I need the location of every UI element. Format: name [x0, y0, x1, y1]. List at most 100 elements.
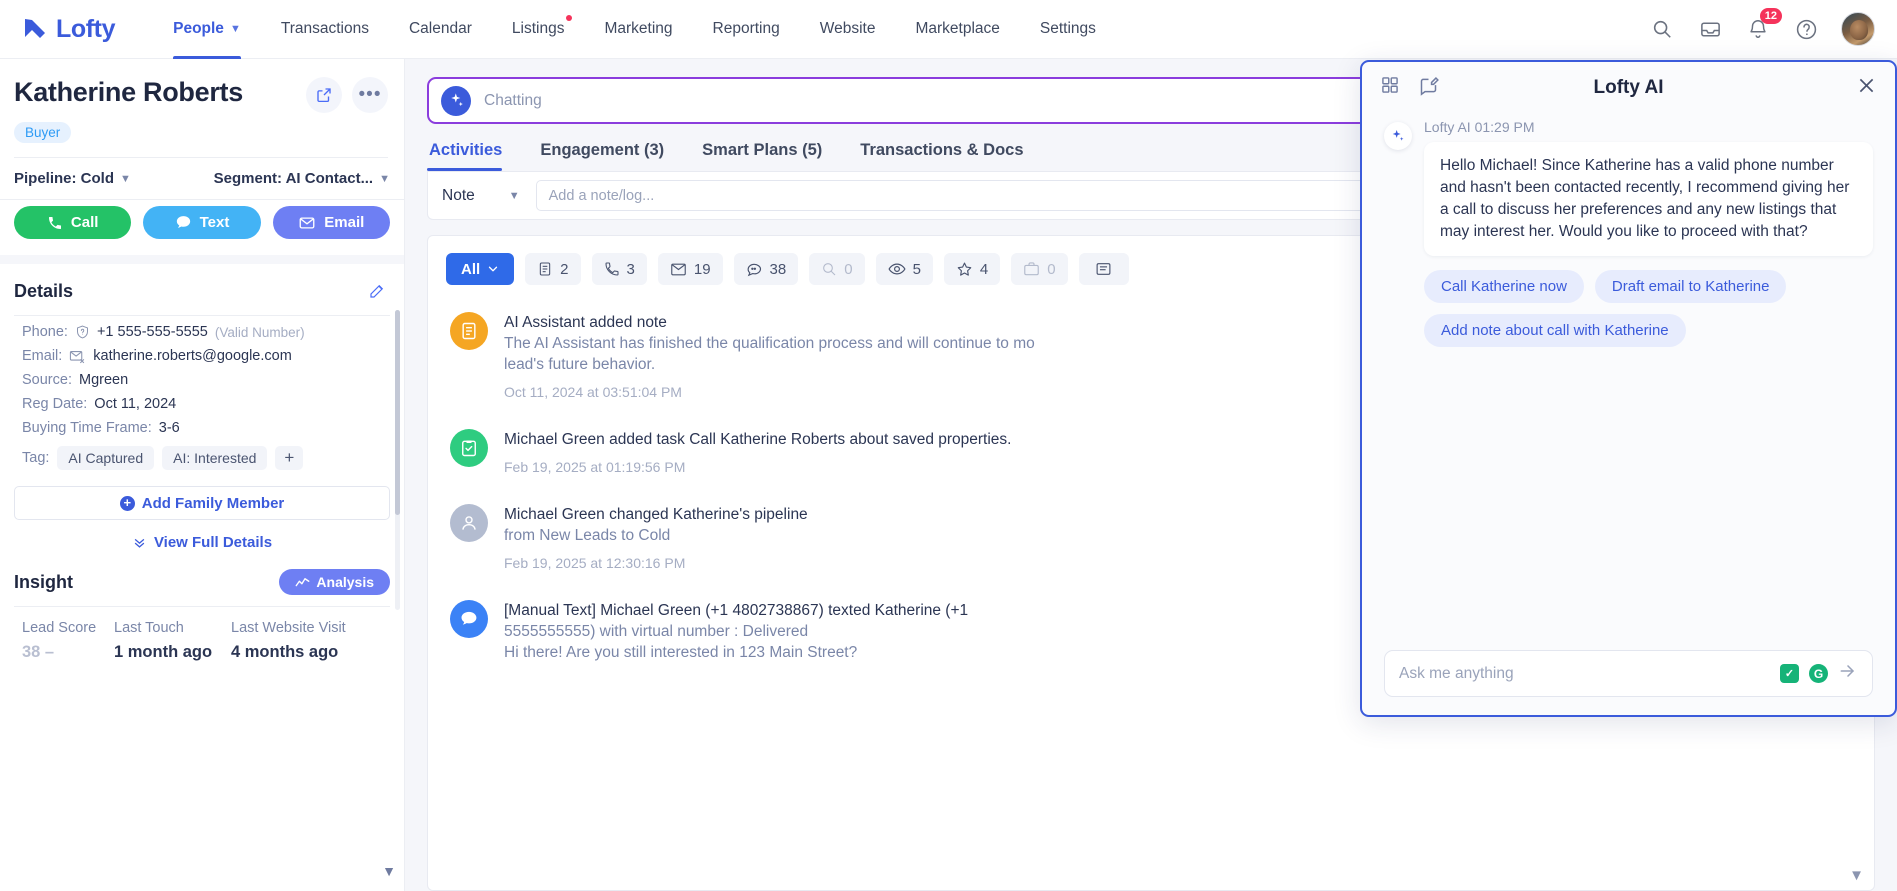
- filter-chip-4[interactable]: 4: [944, 253, 1000, 285]
- nav-item-reporting[interactable]: Reporting: [693, 0, 800, 59]
- detail-value: katherine.roberts@google.com: [93, 348, 292, 364]
- ai-panel-header: Lofty AI: [1362, 62, 1895, 114]
- text-button[interactable]: Text: [143, 206, 260, 239]
- nav-item-people[interactable]: People ▼: [153, 0, 261, 59]
- view-full-details-label: View Full Details: [154, 534, 272, 551]
- note-icon: [537, 261, 553, 277]
- activity-timestamp: Feb 19, 2025 at 12:30:16 PM: [504, 553, 808, 574]
- view-full-details-link[interactable]: View Full Details: [14, 534, 390, 551]
- eye-icon: [888, 262, 906, 276]
- top-nav-right-actions: 12: [1649, 12, 1875, 46]
- lofty-logo-icon: [22, 16, 48, 42]
- nav-item-marketplace[interactable]: Marketplace: [895, 0, 1019, 59]
- insight-metric-label: Last Touch: [114, 620, 231, 636]
- grid-icon[interactable]: [1380, 75, 1400, 101]
- brand-name: Lofty: [56, 15, 115, 44]
- grammar-check-icon[interactable]: ✓: [1780, 664, 1799, 683]
- nav-item-marketing[interactable]: Marketing: [584, 0, 692, 59]
- plus-icon: +: [120, 496, 135, 511]
- filter-chip-0[interactable]: 0: [1011, 253, 1067, 285]
- filter-chip-5[interactable]: 5: [876, 253, 933, 285]
- insight-metric: Last Touch1 month ago: [114, 620, 231, 662]
- edit-details-icon[interactable]: [364, 278, 390, 304]
- grammarly-icon[interactable]: G: [1809, 664, 1828, 683]
- segment-selector[interactable]: Segment: AI Contact... ▼: [214, 170, 390, 187]
- filter-chip-3[interactable]: 3: [592, 253, 647, 285]
- nav-item-settings[interactable]: Settings: [1020, 0, 1116, 59]
- star-icon: [956, 261, 973, 278]
- feed-scroll-down-icon[interactable]: ▼: [1849, 867, 1864, 884]
- tag-chip[interactable]: AI Captured: [57, 446, 154, 470]
- envelope-icon: [670, 262, 687, 277]
- activity-timestamp: Feb 19, 2025 at 01:19:56 PM: [504, 457, 1011, 478]
- ai-suggestion-chip[interactable]: Add note about call with Katherine: [1424, 314, 1686, 347]
- share-icon[interactable]: [306, 77, 342, 113]
- ai-suggestion-chip[interactable]: Call Katherine now: [1424, 270, 1584, 303]
- filter-chip-count: 4: [980, 261, 988, 278]
- detail-key: Source:: [22, 372, 72, 388]
- ai-suggestion-chip[interactable]: Draft email to Katherine: [1595, 270, 1787, 303]
- activity-subtitle-2: lead's future behavior.: [504, 354, 1035, 375]
- add-tag-button[interactable]: +: [275, 446, 303, 470]
- filter-chip-list[interactable]: [1079, 253, 1129, 285]
- note-type-select[interactable]: Note ▼: [442, 187, 526, 205]
- ai-suggestion-chips: Call Katherine now Draft email to Katheri…: [1424, 270, 1873, 347]
- left-panel-scrollbar-thumb[interactable]: [395, 310, 400, 515]
- detail-row: Phone:+1 555-555-5555(Valid Number): [14, 316, 390, 340]
- nav-item-website[interactable]: Website: [800, 0, 896, 59]
- detail-key: Email:: [22, 348, 62, 364]
- send-icon[interactable]: [1838, 661, 1858, 686]
- insight-metric: Last Website Visit4 months ago: [231, 620, 346, 662]
- tab-engagement-3[interactable]: Engagement (3): [521, 141, 683, 171]
- filter-chip-38[interactable]: 38: [734, 253, 799, 285]
- analysis-button[interactable]: Analysis: [279, 569, 390, 595]
- pipeline-selector[interactable]: Pipeline: Cold ▼: [14, 170, 131, 187]
- detail-value: +1 555-555-5555: [97, 324, 208, 340]
- scroll-down-arrow-icon[interactable]: ▼: [382, 863, 396, 879]
- user-avatar[interactable]: [1841, 12, 1875, 46]
- more-options-icon[interactable]: •••: [352, 77, 388, 113]
- nav-item-transactions[interactable]: Transactions: [261, 0, 389, 59]
- contact-type-badge: Buyer: [14, 122, 71, 143]
- tab-activities[interactable]: Activities: [427, 141, 521, 171]
- chevron-down-icon: ▼: [230, 23, 241, 35]
- detail-row: Source:Mgreen: [14, 364, 390, 388]
- analysis-button-label: Analysis: [316, 574, 374, 590]
- nav-item-label: People: [173, 20, 224, 38]
- filter-chip-2[interactable]: 2: [525, 253, 580, 285]
- pipeline-label: Pipeline: Cold: [14, 170, 114, 187]
- phone-icon: [47, 215, 63, 231]
- tag-chip[interactable]: AI: Interested: [162, 446, 267, 470]
- email-invalid-icon: [69, 349, 86, 364]
- top-navigation-bar: Lofty People ▼ TransactionsCalendarListing…: [0, 0, 1897, 59]
- filter-chip-All[interactable]: All: [446, 253, 514, 285]
- activity-subtitle: 5555555555) with virtual number : Delive…: [504, 621, 968, 642]
- ai-input-placeholder: Ask me anything: [1399, 665, 1770, 683]
- nav-item-listings[interactable]: Listings: [492, 0, 585, 59]
- chevron-down-icon: ▼: [509, 190, 520, 202]
- trend-line-icon: [295, 576, 310, 589]
- ai-conversation-body: Lofty AI 01:29 PM Hello Michael! Since K…: [1362, 114, 1895, 650]
- new-indicator-dot: [566, 15, 572, 21]
- tab-transactions-docs[interactable]: Transactions & Docs: [841, 141, 1042, 171]
- ai-input-bar[interactable]: Ask me anything ✓ G: [1384, 650, 1873, 697]
- add-family-member-button[interactable]: + Add Family Member: [14, 486, 390, 520]
- close-icon[interactable]: [1856, 75, 1877, 102]
- brand-logo[interactable]: Lofty: [22, 15, 115, 44]
- filter-chip-19[interactable]: 19: [658, 253, 723, 285]
- insight-metric-label: Last Website Visit: [231, 620, 346, 636]
- segment-label: Segment: AI Contact...: [214, 170, 373, 187]
- email-button[interactable]: Email: [273, 206, 390, 239]
- tab-smart-plans-5[interactable]: Smart Plans (5): [683, 141, 841, 171]
- bell-icon[interactable]: 12: [1745, 16, 1771, 42]
- filter-chip-0[interactable]: 0: [809, 253, 864, 285]
- nav-item-calendar[interactable]: Calendar: [389, 0, 492, 59]
- email-button-label: Email: [324, 214, 364, 231]
- inbox-icon[interactable]: [1697, 16, 1723, 42]
- search-icon[interactable]: [1649, 16, 1675, 42]
- compose-icon[interactable]: [1418, 75, 1439, 101]
- call-button[interactable]: Call: [14, 206, 131, 239]
- chevron-down-icon: ▼: [379, 173, 390, 185]
- help-icon[interactable]: [1793, 16, 1819, 42]
- phone-icon: [604, 261, 620, 277]
